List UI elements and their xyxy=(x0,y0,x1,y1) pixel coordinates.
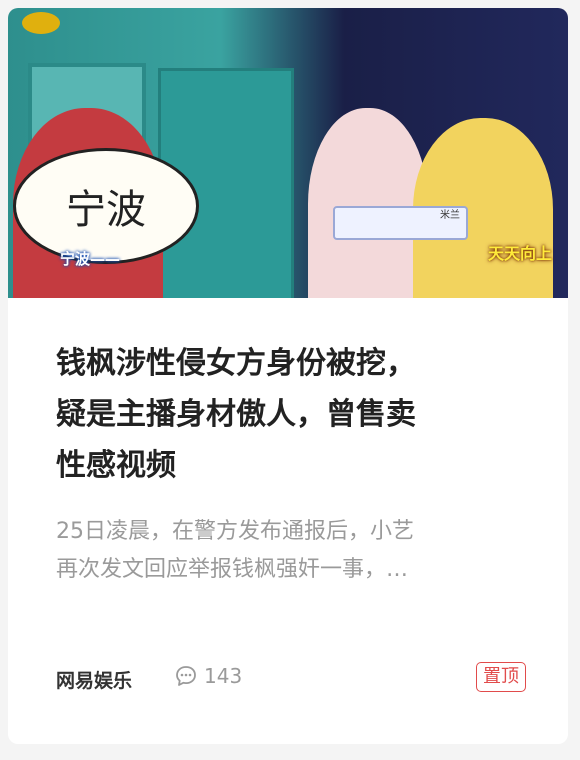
article-title[interactable]: 钱枫涉性侵女方身份被挖， 疑是主播身材傲人，曾售卖 性感视频 xyxy=(56,338,526,491)
thumbnail-person-center xyxy=(308,108,428,298)
article-summary-line: 再次发文回应举报钱枫强奸一事，… xyxy=(56,557,409,582)
article-title-line: 疑是主播身材傲人，曾售卖 xyxy=(56,397,416,432)
pinned-badge: 置顶 xyxy=(476,662,526,692)
microphone-label: 米兰 xyxy=(333,206,468,240)
thumbnail-caption-tag: 宁波—— xyxy=(60,250,121,268)
channel-logo-icon xyxy=(22,12,60,34)
article-thumbnail[interactable]: 宁波 宁波—— 米兰 天天向上 xyxy=(8,8,568,298)
article-meta: 网易娱乐 143 置顶 xyxy=(56,660,526,696)
news-card[interactable]: 宁波 宁波—— 米兰 天天向上 钱枫涉性侵女方身份被挖， 疑是主播身材傲人，曾售… xyxy=(8,8,568,744)
show-logo: 天天向上 xyxy=(488,244,553,263)
article-title-line: 钱枫涉性侵女方身份被挖， xyxy=(56,346,416,381)
speech-bubble-sign: 宁波 xyxy=(13,148,199,264)
article-summary: 25日凌晨，在警方发布通报后，小艺 再次发文回应举报钱枫强奸一事，… xyxy=(56,513,526,589)
comment-bubble-icon xyxy=(176,666,196,686)
source-name[interactable]: 网易娱乐 xyxy=(56,666,132,693)
comment-count-button[interactable]: 143 xyxy=(174,664,242,688)
article-title-line: 性感视频 xyxy=(56,448,176,483)
comment-count: 143 xyxy=(204,664,243,688)
article-summary-line: 25日凌晨，在警方发布通报后，小艺 xyxy=(56,519,414,544)
